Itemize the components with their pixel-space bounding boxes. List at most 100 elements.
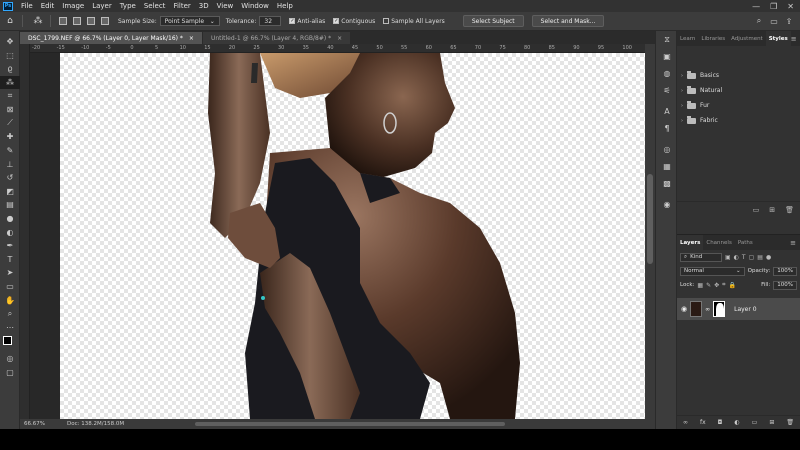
tab-dsc-1799[interactable]: DSC_1799.NEF @ 66.7% (Layer 0, Layer Mas…: [20, 32, 202, 44]
layer-row[interactable]: ◉ ∞ Layer 0: [677, 298, 800, 320]
sample-size-dropdown[interactable]: Point Sample ⌄: [159, 16, 220, 26]
shapes-icon[interactable]: ◎: [656, 141, 678, 158]
minimize-icon[interactable]: —: [752, 2, 760, 11]
panel-menu-icon[interactable]: ≡: [790, 239, 800, 247]
menu-image[interactable]: Image: [58, 2, 88, 10]
vertical-scrollbar[interactable]: [645, 44, 655, 419]
move-tool-icon[interactable]: ✥: [0, 35, 20, 49]
character-icon[interactable]: A: [656, 103, 678, 120]
patterns-icon[interactable]: ▦: [656, 158, 678, 175]
blend-mode-dropdown[interactable]: Normal ⌄: [680, 266, 745, 276]
horizontal-scroll-thumb[interactable]: [195, 422, 505, 426]
more-tools-icon[interactable]: ⋯: [0, 320, 20, 334]
link-layers-icon[interactable]: ∞: [683, 419, 688, 426]
style-folder-fabric[interactable]: › Fabric: [677, 113, 800, 128]
filter-smart-icon[interactable]: ▤: [757, 254, 763, 261]
select-subject-button[interactable]: Select Subject: [462, 15, 524, 27]
history-brush-icon[interactable]: ↺: [0, 171, 20, 185]
gradient-tool-icon[interactable]: ▤: [0, 198, 20, 212]
layer-thumbnail[interactable]: [690, 301, 703, 317]
lock-pixels-icon[interactable]: ▦: [697, 282, 703, 289]
close-tab-icon[interactable]: ×: [189, 35, 194, 42]
anti-alias-checkbox[interactable]: ✓ Anti-alias: [289, 18, 325, 25]
link-icon[interactable]: ∞: [705, 306, 710, 313]
menu-filter[interactable]: Filter: [169, 2, 194, 10]
blur-tool-icon[interactable]: ●: [0, 212, 20, 226]
magic-wand-icon[interactable]: ⁂: [31, 14, 45, 28]
eye-icon[interactable]: ◉: [681, 305, 687, 313]
sample-all-layers-checkbox[interactable]: Sample All Layers: [383, 18, 445, 25]
menu-layer[interactable]: Layer: [88, 2, 116, 10]
history-icon[interactable]: ⧖: [656, 31, 678, 48]
layer-name[interactable]: Layer 0: [734, 306, 756, 313]
hand-tool-icon[interactable]: ✋: [0, 293, 20, 307]
filter-type-icon[interactable]: T: [742, 254, 746, 261]
restore-icon[interactable]: ❐: [770, 2, 777, 11]
new-layer-icon[interactable]: ⊞: [769, 419, 774, 426]
menu-3d[interactable]: 3D: [195, 2, 213, 10]
trash-icon[interactable]: 🗑: [785, 206, 794, 214]
contiguous-checkbox[interactable]: ✓ Contiguous: [333, 18, 375, 25]
clone-stamp-icon[interactable]: ⊥: [0, 157, 20, 171]
lock-image-icon[interactable]: ✎: [706, 282, 711, 289]
frame-tool-icon[interactable]: ⊠: [0, 103, 20, 117]
add-selection-icon[interactable]: [73, 17, 81, 25]
new-group-icon[interactable]: ▭: [752, 419, 758, 426]
zoom-tool-icon[interactable]: ⌕: [0, 307, 20, 321]
lock-artboard-icon[interactable]: ⌗: [722, 281, 725, 289]
tab-untitled-1[interactable]: Untitled-1 @ 66.7% (Layer 4, RGB/8#) * ×: [202, 32, 351, 44]
tab-styles[interactable]: Styles: [765, 31, 791, 46]
close-icon[interactable]: ✕: [787, 2, 794, 11]
eraser-tool-icon[interactable]: ◩: [0, 185, 20, 199]
style-folder-basics[interactable]: › Basics: [677, 68, 800, 83]
paragraph-icon[interactable]: ¶: [656, 120, 678, 137]
filter-pixel-icon[interactable]: ▣: [725, 254, 731, 261]
style-folder-natural[interactable]: › Natural: [677, 83, 800, 98]
share-icon[interactable]: ⇪: [784, 17, 794, 26]
fill-input[interactable]: 100%: [773, 280, 797, 290]
type-tool-icon[interactable]: T: [0, 253, 20, 267]
rectangle-tool-icon[interactable]: ▭: [0, 280, 20, 294]
menu-window[interactable]: Window: [237, 2, 273, 10]
menu-edit[interactable]: Edit: [37, 2, 59, 10]
panel-menu-icon[interactable]: ≡: [791, 35, 800, 43]
brush-tool-icon[interactable]: ✎: [0, 144, 20, 158]
tolerance-input[interactable]: 32: [259, 16, 282, 26]
eyedropper-tool-icon[interactable]: ⟋: [0, 117, 20, 131]
path-selection-icon[interactable]: ➤: [0, 266, 20, 280]
adjustments-icon[interactable]: ◍: [656, 65, 678, 82]
new-selection-icon[interactable]: [59, 17, 67, 25]
workspace-icon[interactable]: ▭: [769, 17, 779, 26]
adjustment-layer-icon[interactable]: ◐: [734, 419, 739, 426]
menu-view[interactable]: View: [213, 2, 238, 10]
new-style-icon[interactable]: ⊞: [769, 206, 775, 214]
lock-all-icon[interactable]: 🔒: [729, 282, 736, 289]
color-swatches-icon[interactable]: [0, 334, 20, 352]
subtract-selection-icon[interactable]: [87, 17, 95, 25]
tab-layers[interactable]: Layers: [677, 235, 704, 250]
close-tab-icon[interactable]: ×: [337, 35, 342, 42]
intersect-selection-icon[interactable]: [101, 17, 109, 25]
screen-mode-icon[interactable]: ▢: [0, 366, 20, 380]
tab-adjustments[interactable]: Adjustment: [728, 31, 766, 46]
quick-mask-icon[interactable]: ◎: [0, 352, 20, 366]
document-canvas[interactable]: [60, 53, 647, 419]
pen-tool-icon[interactable]: ✒: [0, 239, 20, 253]
magic-wand-tool-icon[interactable]: ⁂: [0, 75, 20, 90]
sliders-icon[interactable]: ⚟: [656, 82, 678, 99]
filter-toggle-icon[interactable]: ●: [766, 254, 771, 261]
menu-select[interactable]: Select: [140, 2, 170, 10]
search-icon[interactable]: ⌕: [754, 16, 764, 26]
layer-mask-thumbnail[interactable]: [713, 301, 726, 317]
lasso-tool-icon[interactable]: ϱ: [0, 62, 20, 76]
filter-kind-dropdown[interactable]: ⌕ Kind: [680, 252, 722, 262]
lock-position-icon[interactable]: ✥: [714, 282, 719, 289]
select-and-mask-button[interactable]: Select and Mask...: [531, 15, 605, 27]
properties-icon[interactable]: ▣: [656, 48, 678, 65]
add-mask-icon[interactable]: ◘: [718, 419, 723, 426]
tab-libraries[interactable]: Libraries: [698, 31, 728, 46]
tab-paths[interactable]: Paths: [735, 235, 756, 250]
crop-tool-icon[interactable]: ⌗: [0, 89, 20, 103]
home-icon[interactable]: ⌂: [3, 14, 17, 28]
opacity-input[interactable]: 100%: [773, 266, 797, 276]
